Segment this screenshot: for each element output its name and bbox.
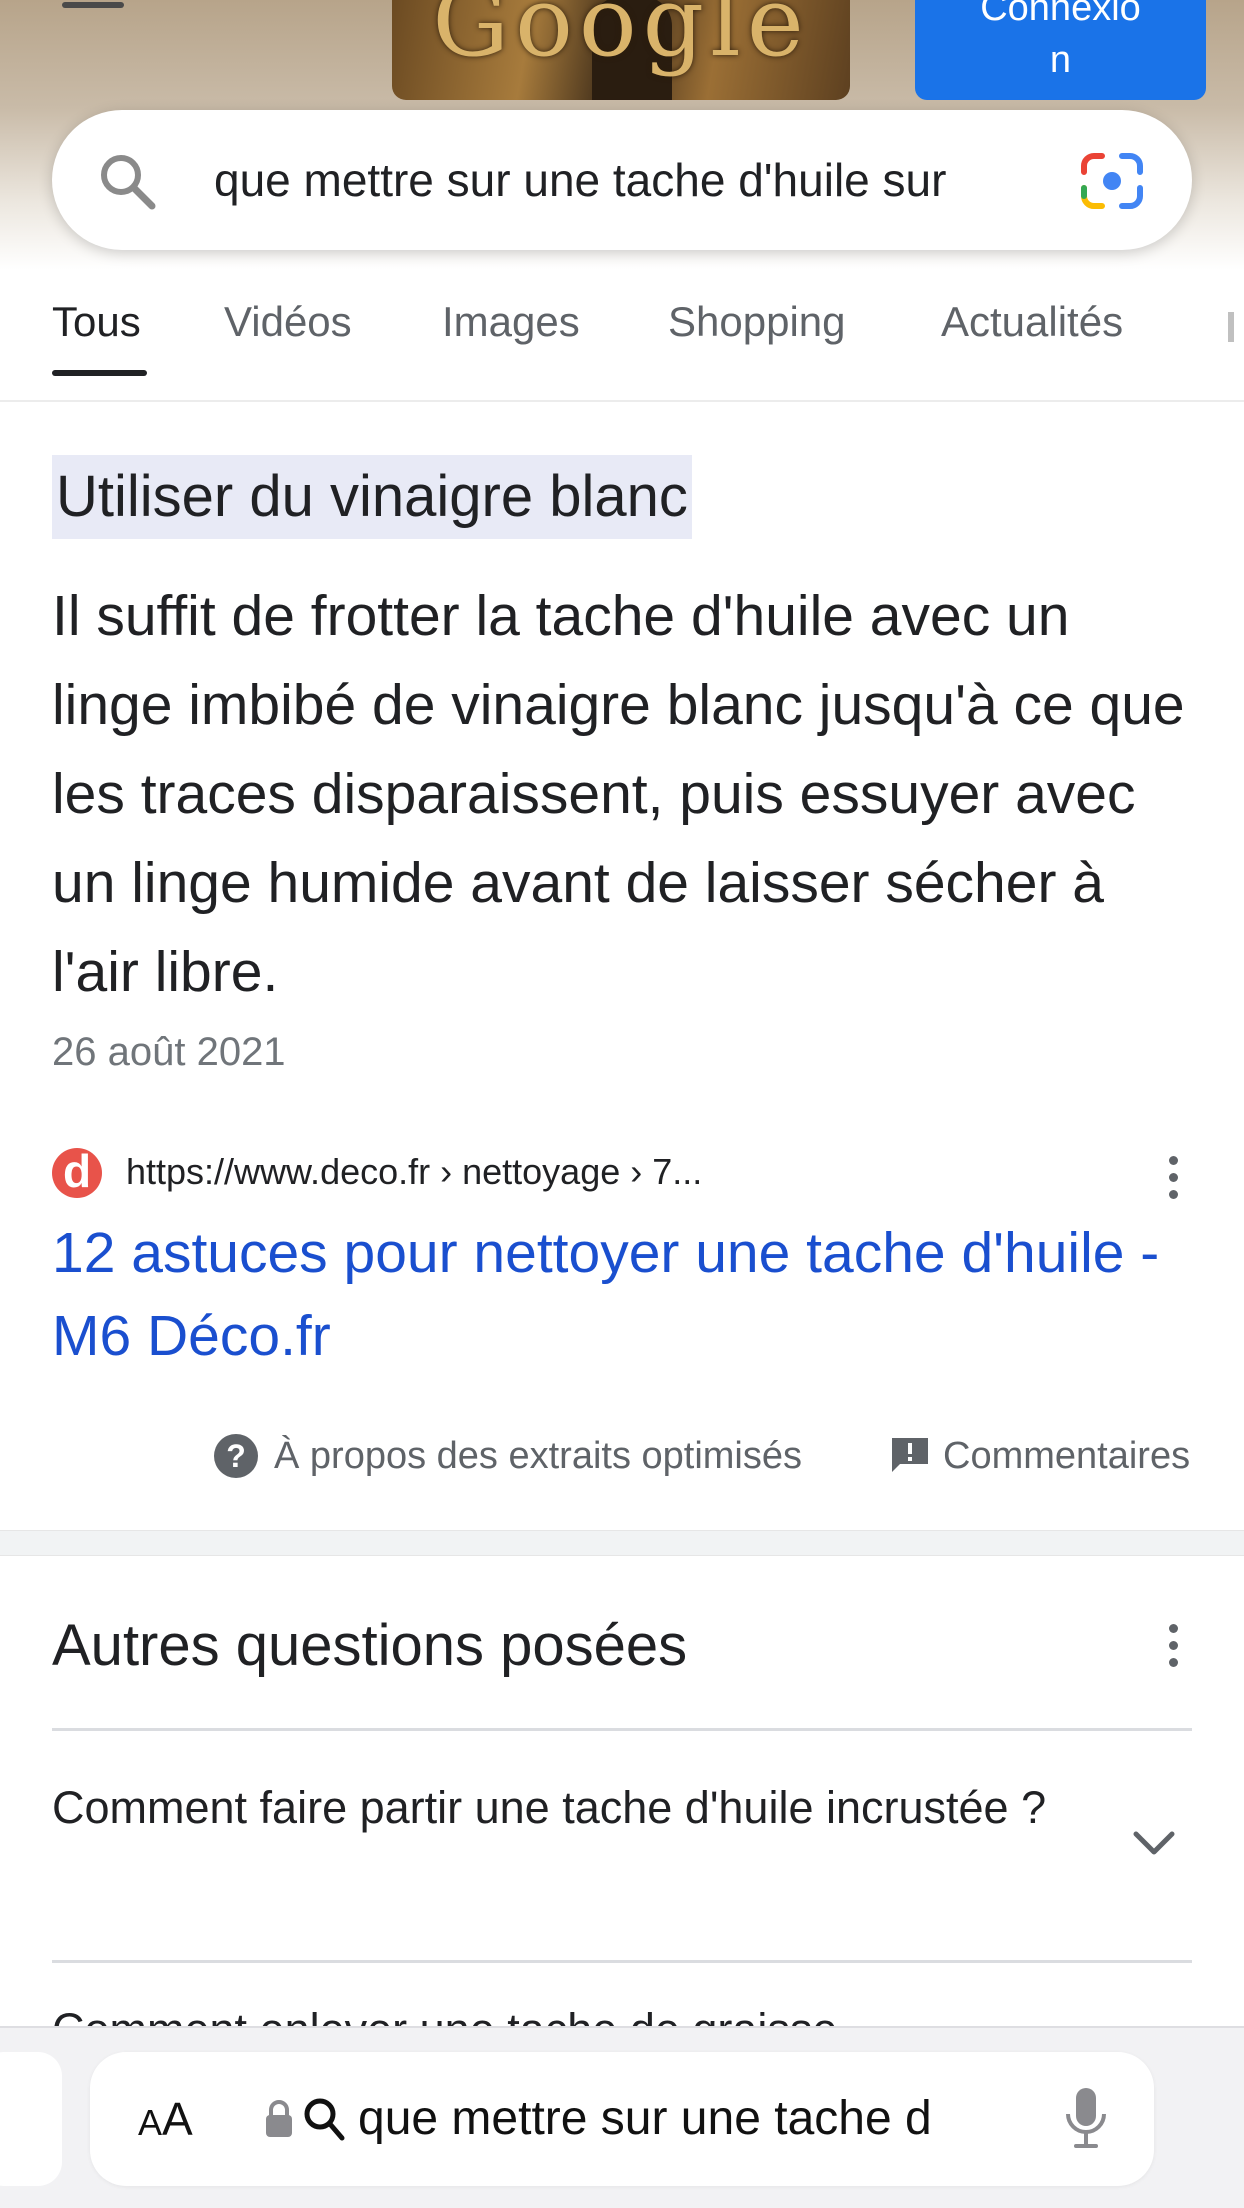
address-text[interactable]: que mettre sur une tache d	[358, 2052, 1100, 2186]
text-size-button[interactable]: AA	[138, 2052, 193, 2190]
browser-address-bar: AA que mettre sur une tache d	[0, 2026, 1244, 2208]
aa-large-label: A	[162, 2093, 193, 2145]
login-button[interactable]: Connexio n	[915, 0, 1206, 100]
active-tab-underline	[52, 370, 147, 376]
address-field[interactable]: AA que mettre sur une tache d	[90, 2052, 1154, 2186]
paa-question-item[interactable]: Comment enlever une tache de graisse	[52, 1998, 1192, 2028]
paa-divider	[52, 1728, 1192, 1731]
about-snippets-link[interactable]: À propos des extraits optimisés	[274, 1432, 802, 1480]
lock-icon	[266, 2100, 292, 2137]
google-header: Google Connexio n que mettre sur une tac…	[0, 0, 1244, 270]
chevron-down-icon[interactable]	[1130, 1826, 1178, 1860]
snippet-body: Il suffit de frotter la tache d'huile av…	[52, 584, 1185, 1004]
search-icon	[101, 155, 156, 210]
search-box[interactable]: que mettre sur une tache d'huile sur	[52, 110, 1192, 250]
aa-small-label: A	[138, 2102, 163, 2143]
result-title-link[interactable]: 12 astuces pour nettoyer une tache d'hui…	[52, 1212, 1172, 1378]
result-more-options-icon[interactable]	[1166, 1156, 1178, 1200]
previous-tab-preview[interactable]	[0, 2052, 62, 2186]
microphone-icon[interactable]	[1064, 2086, 1108, 2152]
tab-videos[interactable]: Vidéos	[224, 298, 352, 346]
paa-more-options-icon[interactable]	[1166, 1624, 1178, 1668]
search-tabs: Tous Vidéos Images Shopping Actualités	[0, 290, 1244, 402]
snippet-title: Utiliser du vinaigre blanc	[52, 455, 692, 539]
tab-overflow-indicator[interactable]	[1228, 312, 1234, 342]
hamburger-menu-icon[interactable]	[62, 0, 128, 30]
source-url[interactable]: https://www.deco.fr › nettoyage › 7...	[126, 1148, 702, 1196]
feedback-icon[interactable]	[890, 1436, 930, 1474]
paa-question-item[interactable]: Comment faire partir une tache d'huile i…	[52, 1770, 1052, 1846]
google-lens-icon[interactable]	[1080, 152, 1144, 210]
feedback-link[interactable]: Commentaires	[943, 1432, 1190, 1480]
snippet-date: 26 août 2021	[52, 1030, 286, 1074]
section-separator	[0, 1530, 1244, 1556]
tab-images[interactable]: Images	[442, 298, 580, 346]
tab-shopping[interactable]: Shopping	[668, 298, 846, 346]
source-favicon-icon[interactable]: d	[52, 1148, 102, 1198]
paa-question-text: Comment enlever une tache de graisse	[52, 2004, 837, 2028]
doodle-text: Google	[432, 0, 810, 78]
paa-divider	[52, 1960, 1192, 1963]
login-button-label-line2: n	[1049, 39, 1072, 81]
search-input[interactable]: que mettre sur une tache d'huile sur	[214, 110, 1094, 250]
tab-tous[interactable]: Tous	[52, 298, 141, 346]
google-doodle-logo[interactable]: Google	[392, 0, 850, 100]
snippet-footer: ? À propos des extraits optimisés Commen…	[0, 1430, 1244, 1480]
login-button-label-line1: Connexio	[980, 0, 1141, 29]
tab-actualites[interactable]: Actualités	[941, 298, 1123, 346]
help-circle-icon[interactable]: ?	[214, 1434, 258, 1478]
search-icon	[304, 2098, 345, 2141]
paa-title: Autres questions posées	[52, 1613, 688, 1678]
